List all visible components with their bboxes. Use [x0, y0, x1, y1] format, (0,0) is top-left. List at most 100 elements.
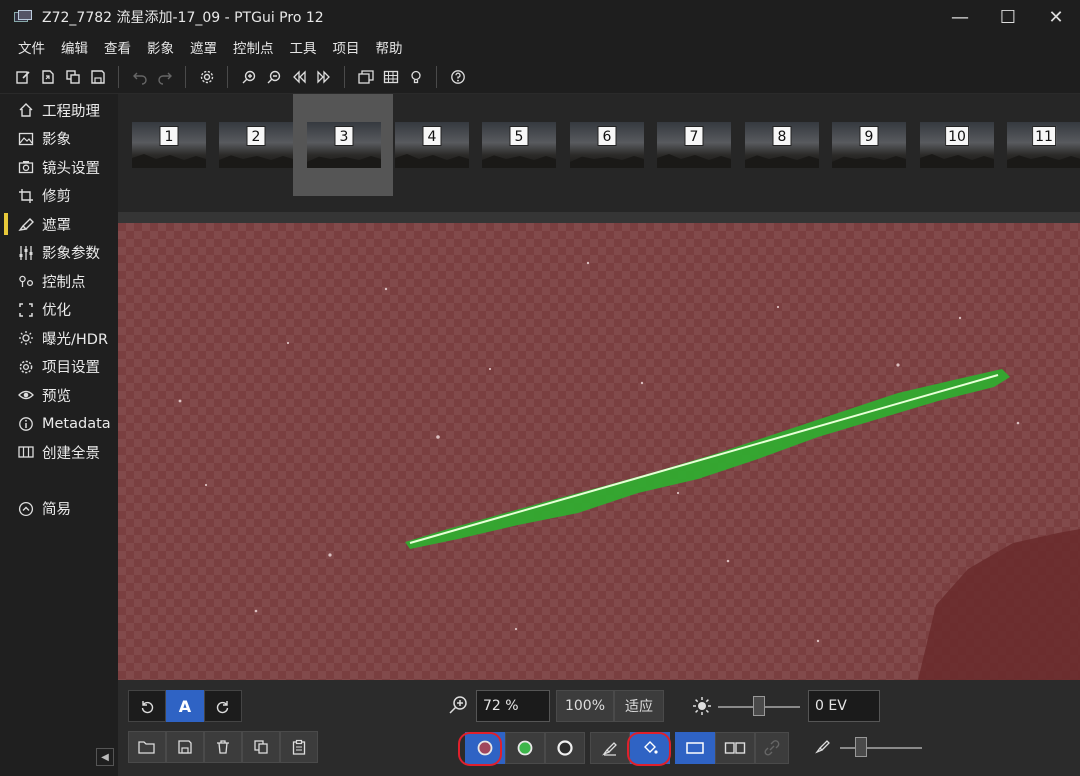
sidebar-item-optimize[interactable]: 优化 [0, 296, 118, 325]
panorama-editor-icon[interactable] [355, 66, 377, 88]
zoom-level-field[interactable]: 72 % [476, 690, 550, 722]
sidebar: 工程助理 影象 镜头设置 修剪 遮罩 影象参数 控制点 优化 曝光/HDR 项目… [0, 94, 118, 776]
copy-icon[interactable] [62, 66, 84, 88]
menu-mask[interactable]: 遮罩 [182, 37, 225, 57]
thumbnail-image: 10 [920, 122, 994, 168]
menu-image[interactable]: 影象 [139, 37, 182, 57]
thumbnail-number: 5 [509, 126, 529, 146]
mask-editor-canvas[interactable] [118, 223, 1080, 680]
panorama-icon [16, 442, 36, 462]
save-icon[interactable] [87, 66, 109, 88]
exposure-value-field[interactable]: 0 EV [808, 690, 880, 722]
thumbnail-1[interactable]: 1 [124, 94, 224, 196]
minimize-button[interactable]: — [936, 0, 984, 34]
keep-mask-brush-button[interactable] [505, 732, 545, 764]
single-view-button[interactable] [675, 732, 715, 764]
sidebar-item-mask[interactable]: 遮罩 [0, 210, 118, 239]
table-icon[interactable] [380, 66, 402, 88]
menu-help[interactable]: 帮助 [368, 37, 411, 57]
settings-icon[interactable] [196, 66, 218, 88]
thumbnail-number: 10 [945, 126, 969, 146]
exposure-slider-thumb[interactable] [753, 696, 765, 716]
sidebar-item-label: 影象 [42, 132, 71, 149]
sidebar-item-lens-settings[interactable]: 镜头设置 [0, 153, 118, 182]
remove-mask-brush-button[interactable] [465, 732, 505, 764]
sidebar-item-project-assistant[interactable]: 工程助理 [0, 96, 118, 125]
open-icon[interactable] [37, 66, 59, 88]
brush-tool-button[interactable] [590, 732, 630, 764]
menu-file[interactable]: 文件 [10, 37, 53, 57]
thumbnail-10[interactable]: 10 [912, 94, 1012, 196]
control-points-icon [16, 271, 36, 291]
next-image-icon[interactable] [313, 66, 335, 88]
info-icon [16, 414, 36, 434]
menu-edit[interactable]: 编辑 [53, 37, 96, 57]
copy-mask-button[interactable] [242, 731, 280, 763]
thumbnail-4[interactable]: 4 [387, 94, 487, 196]
green-circle-icon [517, 740, 533, 756]
rotate-left-button[interactable] [128, 690, 166, 722]
delete-mask-button[interactable] [204, 731, 242, 763]
thumbnail-number: 4 [422, 126, 442, 146]
brush-icon [16, 214, 36, 234]
sidebar-item-preview[interactable]: 预览 [0, 381, 118, 410]
thumbnail-image: 11 [1007, 122, 1080, 168]
sidebar-item-label: 镜头设置 [42, 160, 100, 177]
brush-icon [602, 742, 617, 756]
save-mask-button[interactable] [166, 731, 204, 763]
undo-icon[interactable] [129, 66, 151, 88]
open-mask-button[interactable] [128, 731, 166, 763]
zoom-in-icon[interactable] [238, 66, 260, 88]
crop-icon [16, 186, 36, 206]
rotate-right-button[interactable] [204, 690, 242, 722]
brush-size-slider-thumb[interactable] [854, 737, 867, 757]
fit-button[interactable]: 适应 [614, 690, 664, 722]
new-project-icon[interactable] [12, 66, 34, 88]
collapse-sidebar-button[interactable]: ◀ [96, 748, 114, 766]
thumbnail-9[interactable]: 9 [824, 94, 924, 196]
brush-size-slider-track[interactable] [840, 747, 922, 749]
sidebar-item-control-points[interactable]: 控制点 [0, 267, 118, 296]
link-view-button[interactable] [755, 732, 789, 764]
sidebar-item-image-parameters[interactable]: 影象参数 [0, 239, 118, 268]
sidebar-item-images[interactable]: 影象 [0, 125, 118, 154]
maximize-button[interactable]: ☐ [984, 0, 1032, 34]
menu-control-points[interactable]: 控制点 [225, 37, 282, 57]
sidebar-item-crop[interactable]: 修剪 [0, 182, 118, 211]
thumbnail-7[interactable]: 7 [649, 94, 749, 196]
hint-icon[interactable] [405, 66, 427, 88]
sidebar-item-exposure-hdr[interactable]: 曝光/HDR [0, 324, 118, 353]
menu-project[interactable]: 项目 [325, 37, 368, 57]
redo-icon[interactable] [154, 66, 176, 88]
zoom-100-button[interactable]: 100% [556, 690, 614, 722]
thumbnail-8[interactable]: 8 [737, 94, 837, 196]
help-icon[interactable] [447, 66, 469, 88]
paste-mask-button[interactable] [280, 731, 318, 763]
sidebar-item-project-settings[interactable]: 项目设置 [0, 353, 118, 382]
thumbnail-ridge [832, 156, 906, 168]
sidebar-item-metadata[interactable]: Metadata [0, 410, 118, 439]
sidebar-item-label: 预览 [42, 388, 71, 405]
close-button[interactable]: ✕ [1032, 0, 1080, 34]
sidebar-item-create-panorama[interactable]: 创建全景 [0, 438, 118, 467]
thumbnail-image: 7 [657, 122, 731, 168]
menu-tools[interactable]: 工具 [282, 37, 325, 57]
clear-mask-brush-button[interactable] [545, 732, 585, 764]
zoom-out-icon[interactable] [263, 66, 285, 88]
divider-strip [118, 212, 1080, 223]
auto-rotate-button[interactable]: A [166, 690, 204, 722]
thumbnail-number: 3 [334, 126, 354, 146]
thumbnail-5[interactable]: 5 [474, 94, 574, 196]
sidebar-item-simple[interactable]: 简易 [0, 495, 118, 524]
toolbar [0, 60, 1080, 94]
sliders-icon [16, 243, 36, 263]
fill-tool-button[interactable] [630, 732, 670, 764]
thumbnail-number: 9 [859, 126, 879, 146]
menu-view[interactable]: 查看 [96, 37, 139, 57]
prev-image-icon[interactable] [288, 66, 310, 88]
thumbnail-6[interactable]: 6 [562, 94, 662, 196]
camera-icon [16, 157, 36, 177]
thumbnail-11[interactable]: 11 [999, 94, 1080, 196]
split-view-button[interactable] [715, 732, 755, 764]
thumbnail-3[interactable]: 3 [293, 94, 393, 196]
